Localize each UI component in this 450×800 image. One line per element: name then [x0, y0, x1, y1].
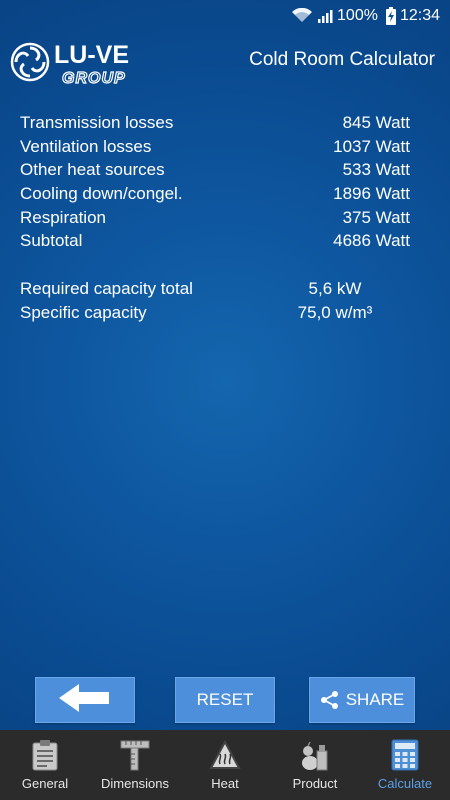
result-label: Cooling down/congel. [20, 183, 183, 203]
battery-charging-icon [385, 7, 396, 25]
result-row-other-heat-sources: Other heat sources 533 Watt [20, 158, 410, 182]
result-row-cooling-down: Cooling down/congel. 1896 Watt [20, 182, 410, 206]
share-button-label: SHARE [345, 690, 405, 709]
nav-label: General [21, 776, 69, 791]
clock: 12:34 [399, 7, 440, 24]
result-value: 845 Watt [342, 112, 410, 132]
nav-label: Heat [211, 776, 239, 791]
nav-item-heat[interactable]: Heat [180, 730, 270, 800]
result-value: 1037 Watt [333, 136, 410, 156]
nav-item-general[interactable]: General [0, 730, 90, 800]
status-bar: 100% 12:34 [0, 0, 450, 32]
nav-label: Dimensions [101, 776, 169, 791]
result-value: 75,0 w/m³ [297, 302, 373, 322]
app-header: LU-VE GROUP Cold Room Calculator [0, 32, 450, 92]
reset-button[interactable]: RESET [175, 677, 275, 723]
result-value: 533 Watt [342, 160, 410, 180]
result-label: Other heat sources [20, 160, 165, 180]
result-row-transmission-losses: Transmission losses 845 Watt [20, 111, 410, 135]
result-label: Transmission losses [20, 112, 174, 132]
nav-item-product[interactable]: Product [270, 730, 360, 800]
svg-text:GROUP: GROUP [62, 70, 126, 86]
result-row-ventilation-losses: Ventilation losses 1037 Watt [20, 135, 410, 159]
result-value: 4686 Watt [333, 231, 410, 251]
heat-warning-icon [209, 738, 241, 772]
result-label: Respiration [20, 207, 106, 227]
result-label: Ventilation losses [20, 136, 152, 156]
result-value: 1896 Watt [333, 183, 410, 203]
result-row-specific-capacity: Specific capacity 75,0 w/m³ [20, 301, 410, 325]
nav-label: Product [292, 776, 338, 791]
bottom-navigation: General Dimensions Heat Product Calculat… [0, 730, 450, 800]
product-icon [299, 738, 331, 772]
calculator-icon [391, 738, 419, 772]
results-panel: Transmission losses 845 Watt Ventilation… [20, 111, 410, 325]
battery-percentage: 100% [337, 7, 378, 24]
nav-item-calculate[interactable]: Calculate [360, 730, 450, 800]
result-label: Subtotal [20, 231, 83, 251]
clipboard-icon [32, 738, 58, 772]
result-value: 375 Watt [342, 207, 410, 227]
nav-label: Calculate [377, 776, 433, 791]
result-label: Required capacity total [20, 278, 193, 298]
share-icon [320, 690, 340, 710]
result-label: Specific capacity [20, 302, 147, 322]
result-row-subtotal: Subtotal 4686 Watt [20, 229, 410, 253]
page-title: Cold Room Calculator [249, 49, 435, 70]
cellular-signal-icon [317, 8, 333, 24]
arrow-left-icon [57, 682, 113, 719]
share-button[interactable]: SHARE [309, 677, 415, 723]
svg-text:LU-VE: LU-VE [54, 41, 129, 69]
result-row-respiration: Respiration 375 Watt [20, 206, 410, 230]
lu-ve-logo: LU-VE GROUP [8, 38, 168, 86]
wifi-icon [291, 8, 313, 24]
ruler-icon [119, 738, 151, 772]
nav-item-dimensions[interactable]: Dimensions [90, 730, 180, 800]
result-value: 5,6 kW [308, 278, 362, 298]
result-row-required-capacity-total: Required capacity total 5,6 kW [20, 277, 410, 301]
back-button[interactable] [35, 677, 135, 723]
